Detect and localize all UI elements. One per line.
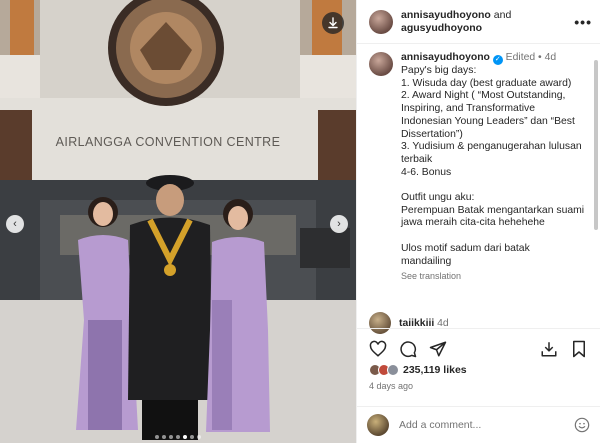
chevron-right-icon: ›: [337, 218, 341, 230]
chevron-left-icon: ‹: [13, 218, 17, 230]
carousel-prev-button[interactable]: ‹: [6, 215, 24, 233]
carousel-next-button[interactable]: ›: [330, 215, 348, 233]
comment-icon: [400, 340, 417, 357]
caption-line: 3. Yudisium & penganugerahan lulusan: [401, 141, 582, 153]
emoji-icon[interactable]: [574, 417, 590, 433]
download-icon: [328, 17, 338, 29]
comment-username[interactable]: taiikkiii: [399, 318, 434, 329]
download-button[interactable]: [322, 12, 344, 34]
add-comment-bar: Add a comment...: [357, 406, 600, 443]
comment-input[interactable]: Add a comment...: [399, 419, 574, 431]
like-button[interactable]: [367, 338, 389, 360]
carousel-dots: [0, 435, 356, 439]
caption-line: Dissertation”): [401, 128, 463, 140]
likes-count[interactable]: 235,119 likes: [403, 364, 467, 376]
carousel-dot[interactable]: [155, 435, 159, 439]
comment-button[interactable]: [397, 338, 419, 360]
caption-age: 4d: [544, 52, 557, 63]
graduation-photo: AIRLANGGA CONVENTION CENTRE: [0, 0, 356, 443]
avatar: [367, 414, 389, 436]
svg-text:AIRLANGGA CONVENTION CENTRE: AIRLANGGA CONVENTION CENTRE: [56, 135, 281, 149]
heart-icon: [369, 340, 387, 357]
carousel-dot[interactable]: [190, 435, 194, 439]
see-translation-link[interactable]: See translation: [401, 270, 588, 283]
caption-line: Indonesian Young Leaders” dan “Best: [401, 115, 575, 127]
caption-body: annisayudhoyono ✓ Edited • 4d Papy's big…: [401, 52, 596, 322]
caption-line: 4-6. Bonus: [401, 166, 452, 178]
download-tray-icon: [541, 341, 557, 356]
avatar[interactable]: [369, 9, 393, 34]
repost-button[interactable]: [538, 338, 560, 360]
coauthor-username[interactable]: agusyudhoyono: [401, 22, 482, 34]
caption-line: terbaik: [401, 153, 433, 165]
caption-line: 2. Award Night ( “Most Outstanding,: [401, 90, 566, 102]
carousel-dot-active[interactable]: [183, 435, 187, 439]
caption-line: Ulos motif sadum dari batak: [401, 242, 530, 254]
edited-label: Edited •: [502, 52, 545, 63]
bookmark-icon: [573, 340, 585, 357]
paper-plane-icon: [429, 341, 447, 356]
comment-age: 4d: [437, 317, 449, 329]
caption-scrollbar[interactable]: [594, 60, 598, 230]
caption-line: [401, 179, 588, 192]
save-button[interactable]: [568, 338, 590, 360]
avatar: [387, 364, 399, 376]
carousel-dot[interactable]: [176, 435, 180, 439]
caption-line: 1. Wisuda day (best graduate award): [401, 77, 572, 89]
share-button[interactable]: [427, 338, 449, 360]
post-authors: annisayudhoyono and agusyudhoyono: [401, 8, 512, 34]
action-bar: [357, 328, 600, 368]
author-username[interactable]: annisayudhoyono: [401, 9, 491, 21]
avatar[interactable]: [369, 52, 393, 76]
caption-line: [401, 230, 588, 243]
carousel-dot[interactable]: [162, 435, 166, 439]
liker-avatars: [369, 364, 399, 376]
caption-line: mandailing: [401, 255, 452, 267]
post-photo[interactable]: AIRLANGGA CONVENTION CENTRE ‹ ›: [0, 0, 356, 443]
caption-line: Inspiring, and Transformative: [401, 103, 535, 115]
carousel-dot[interactable]: [169, 435, 173, 439]
caption-line: jawa meraih cita-cita hehehehe: [401, 217, 545, 229]
caption-line: Outfit ungu aku:: [401, 192, 475, 204]
carousel-dot[interactable]: [197, 435, 201, 439]
caption-username[interactable]: annisayudhoyono: [401, 52, 490, 63]
post-side-panel: annisayudhoyono and agusyudhoyono ••• an…: [356, 0, 600, 443]
post-caption: annisayudhoyono ✓ Edited • 4d Papy's big…: [369, 52, 596, 322]
verified-badge-icon: ✓: [492, 55, 503, 65]
caption-line: Perempuan Batak mengantarkan suami: [401, 204, 585, 216]
post-header: annisayudhoyono and agusyudhoyono •••: [357, 0, 600, 44]
more-options-icon[interactable]: •••: [574, 14, 592, 30]
caption-text: Papy's big days: 1. Wisuda day (best grad…: [401, 65, 588, 268]
caption-line: Papy's big days:: [401, 65, 477, 76]
post-timestamp: 4 days ago: [369, 381, 414, 391]
likes-summary[interactable]: 235,119 likes: [369, 364, 467, 376]
